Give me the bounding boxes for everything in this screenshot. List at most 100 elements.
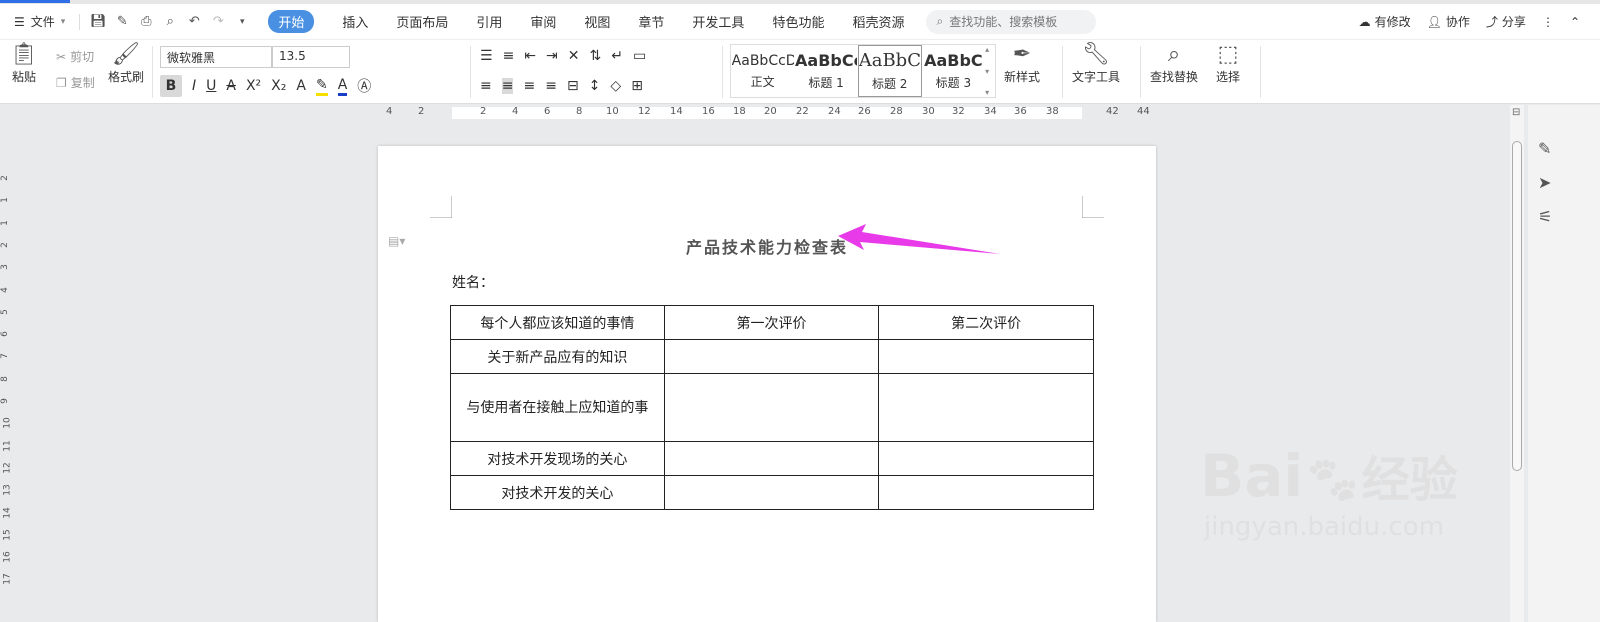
font-name-select[interactable]: 微软雅黑	[160, 46, 272, 68]
decrease-indent-icon[interactable]: ⇤	[524, 48, 536, 64]
bold-button[interactable]: B	[160, 75, 182, 97]
table-header-cell[interactable]: 第二次评价	[878, 305, 1094, 340]
tab-insert[interactable]: 插入	[328, 4, 382, 40]
align-center-icon[interactable]: ≡	[501, 78, 514, 94]
ruler-tick-label: 12	[2, 462, 13, 474]
table-cell[interactable]	[878, 441, 1094, 476]
bullets-icon[interactable]: ☰	[480, 48, 493, 64]
settings-sliders-icon[interactable]: ⚟	[1538, 207, 1552, 226]
increase-indent-icon[interactable]: ⇥	[546, 48, 558, 64]
collab-button[interactable]: 👤︎ 协作	[1427, 13, 1470, 30]
char-border-button[interactable]: Ⓐ	[357, 76, 371, 96]
tab-references[interactable]: 引用	[462, 4, 516, 40]
table-icon[interactable]: ▭	[633, 48, 646, 64]
ruler-tick-label: 15	[2, 529, 13, 541]
table-cell[interactable]	[878, 373, 1094, 442]
style-heading-3[interactable]: AaBbC 标题 3	[922, 45, 985, 97]
table-cell[interactable]	[663, 373, 880, 442]
divider	[1260, 46, 1261, 98]
tab-developer[interactable]: 开发工具	[678, 4, 758, 40]
table-cell[interactable]	[663, 339, 880, 374]
table-cell[interactable]: 关于新产品应有的知识	[450, 339, 665, 374]
tab-page-layout[interactable]: 页面布局	[382, 4, 462, 40]
table-cell[interactable]: 对技术开发的关心	[450, 475, 665, 510]
tab-review[interactable]: 审阅	[516, 4, 570, 40]
style-scroll[interactable]: ▴ ▾ ▾	[985, 45, 995, 97]
modified-button[interactable]: ☁ 有修改	[1359, 13, 1411, 30]
ruler-tick-label: 1	[0, 219, 10, 226]
vertical-scrollbar[interactable]: ⊟	[1510, 105, 1524, 622]
borders-icon[interactable]: ⊞	[631, 78, 643, 94]
style-preview: AaBbC	[924, 51, 983, 70]
paste-button[interactable]: 📋︎ 粘贴	[10, 42, 38, 85]
style-name: 标题 2	[871, 77, 908, 91]
file-menu[interactable]: ☰ 文件 ▾	[0, 4, 73, 40]
text-tool-button[interactable]: 🔧︎ 文字工具	[1072, 42, 1120, 85]
horizontal-ruler[interactable]: 4 2 2 4 6 8 10 12 14 16 18 20 22 24 26 28 30 32 34 36 38 42 44	[0, 105, 1510, 121]
distribute-icon[interactable]: ⊟	[567, 78, 579, 94]
edit-pen-icon[interactable]: ✎	[1538, 139, 1551, 158]
table-cell[interactable]: 与使用者在接触上应知道的事	[450, 373, 665, 442]
tab-docer[interactable]: 稻壳资源	[838, 4, 918, 40]
table-header-cell[interactable]: 第一次评价	[663, 305, 880, 340]
ruler-tick-label: 12	[638, 106, 651, 117]
table-cell[interactable]: 对技术开发现场的关心	[450, 441, 665, 476]
save-icon[interactable]: 💾︎	[86, 10, 110, 34]
tab-special[interactable]: 特色功能	[758, 4, 838, 40]
format-painter-icon[interactable]: ✎	[110, 10, 134, 34]
shading-icon[interactable]: ◇	[610, 78, 621, 94]
format-painter-button[interactable]: 🖌︎ 格式刷	[108, 42, 144, 85]
print-preview-icon[interactable]: ⌕	[158, 10, 182, 34]
style-heading-2[interactable]: AaBbC 标题 2	[857, 45, 922, 97]
style-heading-1[interactable]: AaBbCc 标题 1	[794, 45, 857, 97]
pointer-icon[interactable]: ➤	[1538, 173, 1551, 192]
tab-section[interactable]: 章节	[624, 4, 678, 40]
more-button[interactable]: ⋮	[1542, 15, 1554, 29]
numbering-icon[interactable]: ≡	[503, 48, 515, 64]
superscript-button[interactable]: X²	[246, 78, 261, 94]
ruler-tick-label: 24	[828, 106, 841, 117]
share-button[interactable]: ⤴ 分享	[1486, 13, 1526, 30]
table-cell[interactable]	[663, 475, 880, 510]
font-size-value: 13.5	[279, 49, 306, 63]
split-icon[interactable]: ⊟	[1512, 107, 1520, 118]
text-effect-button[interactable]: A	[296, 78, 306, 94]
search-box[interactable]: ⌕ 查找功能、搜索模板	[926, 9, 1097, 34]
sort-icon[interactable]: ⇅	[590, 48, 602, 64]
print-icon[interactable]: ⎙	[134, 10, 158, 34]
undo-icon[interactable]: ↶	[182, 10, 206, 34]
table-header-cell[interactable]: 每个人都应该知道的事情	[450, 305, 665, 340]
align-right-icon[interactable]: ≡	[523, 78, 535, 94]
table-cell[interactable]	[663, 441, 880, 476]
new-style-button[interactable]: ✒ 新样式	[1004, 42, 1040, 85]
cut-label: 剪切	[70, 50, 95, 64]
find-replace-button[interactable]: ⌕ 查找替换	[1150, 42, 1198, 85]
underline-button[interactable]: U	[206, 78, 216, 94]
style-normal[interactable]: AaBbCcD 正文	[731, 45, 794, 97]
select-button[interactable]: ⬚ 选择	[1216, 42, 1240, 85]
justify-icon[interactable]: ≡	[545, 78, 557, 94]
document-page[interactable]: ▤▾ 产品技术能力检查表 姓名： 每个人都应该知道的事情 第一次评价 第二次评价…	[378, 146, 1156, 622]
redo-icon[interactable]: ↷	[206, 10, 230, 34]
copy-button[interactable]: ❐ 复制	[56, 74, 95, 91]
highlight-icon[interactable]: ✎	[315, 77, 328, 96]
italic-button[interactable]: I	[192, 78, 196, 94]
table-cell[interactable]	[878, 475, 1094, 510]
vertical-ruler[interactable]: 2 1 1 2 3 4 5 6 7 8 9 10 11 12 13 14 15 16 17	[0, 121, 16, 622]
tab-view[interactable]: 视图	[570, 4, 624, 40]
show-marks-icon[interactable]: ↵	[611, 48, 623, 64]
chinese-layout-icon[interactable]: ✕	[568, 48, 580, 64]
cut-button[interactable]: ✂ 剪切	[56, 48, 94, 65]
ruler-tick-label: 8	[0, 375, 10, 382]
font-color-button[interactable]: A	[337, 77, 348, 96]
scrollbar-thumb[interactable]	[1512, 141, 1522, 471]
line-spacing-icon[interactable]: ↕	[589, 78, 601, 94]
tab-home[interactable]: 开始	[254, 4, 328, 40]
subscript-button[interactable]: X₂	[271, 78, 286, 94]
strikethrough-button[interactable]: A	[226, 78, 236, 94]
font-size-select[interactable]: 13.5	[272, 46, 350, 68]
table-cell[interactable]	[878, 339, 1094, 374]
align-left-icon[interactable]: ≡	[480, 78, 492, 94]
customize-icon[interactable]: ▾	[230, 10, 254, 34]
collapse-ribbon-button[interactable]: ⌃	[1570, 15, 1580, 29]
